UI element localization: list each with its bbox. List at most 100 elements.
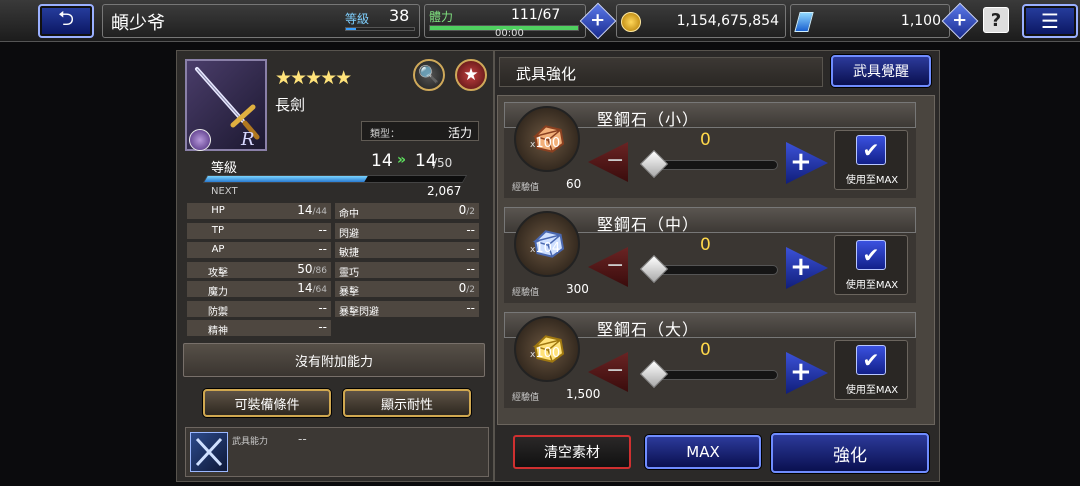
increase-button[interactable]: +: [786, 142, 828, 184]
quantity-slider[interactable]: [648, 370, 778, 380]
stat-value: --: [318, 320, 327, 334]
stat-value: --: [466, 242, 475, 256]
plus-icon: +: [590, 10, 606, 31]
player-name: 頔少爷: [111, 13, 165, 34]
stat-value: 14/44: [297, 203, 327, 217]
slider-handle[interactable]: [639, 254, 669, 284]
weapon-ability-icon: [190, 432, 228, 472]
menu-button[interactable]: ☰: [1022, 4, 1078, 38]
next-exp-label: NEXT: [211, 186, 238, 197]
quantity-slider[interactable]: [648, 160, 778, 170]
increase-button[interactable]: +: [786, 352, 828, 394]
back-button[interactable]: ⮌: [38, 4, 94, 38]
stat-value: --: [318, 300, 327, 315]
material-exp-value: 1,500: [566, 387, 601, 401]
use-max-toggle[interactable]: ✔ 使用至MAX: [834, 130, 908, 190]
material-count: x100: [530, 136, 561, 151]
stat-value: --: [466, 300, 475, 315]
weapon-ability-label: 武具能力: [232, 437, 269, 447]
hamburger-menu-icon: ☰: [1041, 9, 1059, 33]
weapon-exp-fill: [204, 176, 368, 182]
stat-row-right-1: 閃避 --: [335, 222, 479, 240]
stat-label: TP: [211, 224, 225, 236]
stat-label: 防禦: [208, 306, 228, 318]
weapon-ability-area: 武具能力 --: [185, 427, 489, 477]
stat-label: 暴擊: [339, 287, 359, 298]
weapon-portrait[interactable]: R: [185, 59, 267, 151]
stat-value: 50/86: [297, 261, 327, 276]
stat-row-left-2: AP --: [187, 242, 331, 258]
stat-label: 暴擊閃避: [339, 306, 379, 318]
material-body: x104 經驗值 300 − 0 + ✔ 使用至MAX: [504, 211, 916, 303]
checkmark-icon: ✔: [856, 345, 886, 375]
stamina-value: 111/67: [511, 7, 561, 23]
weapon-level-label: 等級: [211, 161, 238, 176]
gem-value: 1,100: [900, 13, 941, 29]
material-row: 堅鋼石（小） x100 經驗值 60 − 0 + ✔ 使用至MAX: [504, 102, 916, 198]
decrease-button[interactable]: −: [588, 142, 628, 182]
material-body: x100 經驗值 60 − 0 + ✔ 使用至MAX: [504, 106, 916, 198]
use-max-toggle[interactable]: ✔ 使用至MAX: [834, 340, 908, 400]
quantity-slider[interactable]: [648, 265, 778, 275]
gil-panel: 1,154,675,854: [616, 4, 786, 38]
material-exp-label: 經驗值: [512, 393, 540, 403]
material-name: 堅鋼石（中）: [597, 215, 700, 234]
material-exp-value: 300: [566, 282, 589, 296]
magnifier-icon: 🔍: [418, 65, 440, 85]
enhance-title: 武具強化: [516, 65, 577, 83]
weapon-type-value: 活力: [447, 126, 472, 140]
inspect-button[interactable]: 🔍: [413, 59, 445, 91]
gem-panel: 1,100: [790, 4, 950, 38]
help-button[interactable]: ?: [983, 7, 1009, 33]
material-exp-label: 經驗值: [512, 288, 540, 298]
ore-material-icon: x100: [514, 106, 580, 172]
player-info-panel: 頔少爷 等級 38: [102, 4, 420, 38]
clear-materials-button[interactable]: 清空素材: [513, 435, 631, 469]
material-name: 堅鋼石（小）: [597, 110, 700, 129]
stat-label: 敏捷: [339, 248, 359, 259]
stat-label: AP: [211, 244, 225, 255]
minus-icon: −: [606, 148, 625, 173]
back-arrow-icon: ⮌: [57, 6, 75, 30]
enhance-title-bar: 武具強化: [499, 57, 823, 87]
player-level-label: 等級: [345, 12, 370, 26]
increase-button[interactable]: +: [786, 247, 828, 289]
level-arrow-icon: »: [397, 152, 407, 168]
weapon-type-label: 類型：: [370, 129, 400, 140]
stat-row-left-6: 精神 --: [187, 320, 331, 337]
stat-label: 攻擊: [208, 267, 228, 279]
minus-icon: −: [606, 253, 625, 278]
no-extra-ability-bar: 沒有附加能力: [183, 343, 485, 377]
stat-value: 0/2: [458, 281, 475, 295]
stat-row-left-5: 防禦 --: [187, 300, 331, 318]
stat-row-left-3: 攻擊 50/86: [187, 261, 331, 279]
max-button[interactable]: MAX: [645, 435, 761, 469]
stat-value: 14/64: [297, 281, 327, 295]
enhance-button[interactable]: 強化: [771, 433, 929, 473]
player-exp-fill: [346, 28, 357, 30]
decrease-button[interactable]: −: [588, 247, 628, 287]
materials-list: 堅鋼石（小） x100 經驗值 60 − 0 + ✔ 使用至MAX 堅鋼石（中）…: [497, 95, 935, 425]
slider-handle[interactable]: [639, 149, 669, 179]
show-resistance-button[interactable]: 顯示耐性: [343, 389, 471, 417]
decrease-button[interactable]: −: [588, 352, 628, 392]
stat-row-right-3: 靈巧 --: [335, 261, 479, 279]
plus-icon: +: [790, 147, 812, 177]
slider-handle[interactable]: [639, 359, 669, 389]
weapon-level-current: 14: [371, 151, 393, 171]
weapon-type-box: 類型： 活力: [361, 121, 479, 141]
stat-row-left-1: TP --: [187, 222, 331, 239]
next-exp-value: 2,067: [427, 184, 462, 198]
use-max-toggle[interactable]: ✔ 使用至MAX: [834, 235, 908, 295]
weapon-awaken-button[interactable]: 武具覺醒: [831, 55, 931, 87]
use-max-label: 使用至MAX: [845, 175, 899, 186]
equip-conditions-button[interactable]: 可裝備條件: [203, 389, 331, 417]
player-exp-bar: [345, 27, 415, 31]
material-quantity: 0: [700, 130, 711, 150]
star-badge-icon: ★: [463, 65, 479, 85]
favorite-button[interactable]: ★: [455, 59, 487, 91]
enhance-panel: 武具強化 武具覺醒 堅鋼石（小） x100 經驗值 60 − 0 + ✔ 使用至…: [494, 50, 940, 482]
use-max-label: 使用至MAX: [845, 280, 899, 291]
weapon-ability-value: --: [298, 432, 307, 446]
material-row: 堅鋼石（中） x104 經驗值 300 − 0 + ✔ 使用至MAX: [504, 207, 916, 303]
